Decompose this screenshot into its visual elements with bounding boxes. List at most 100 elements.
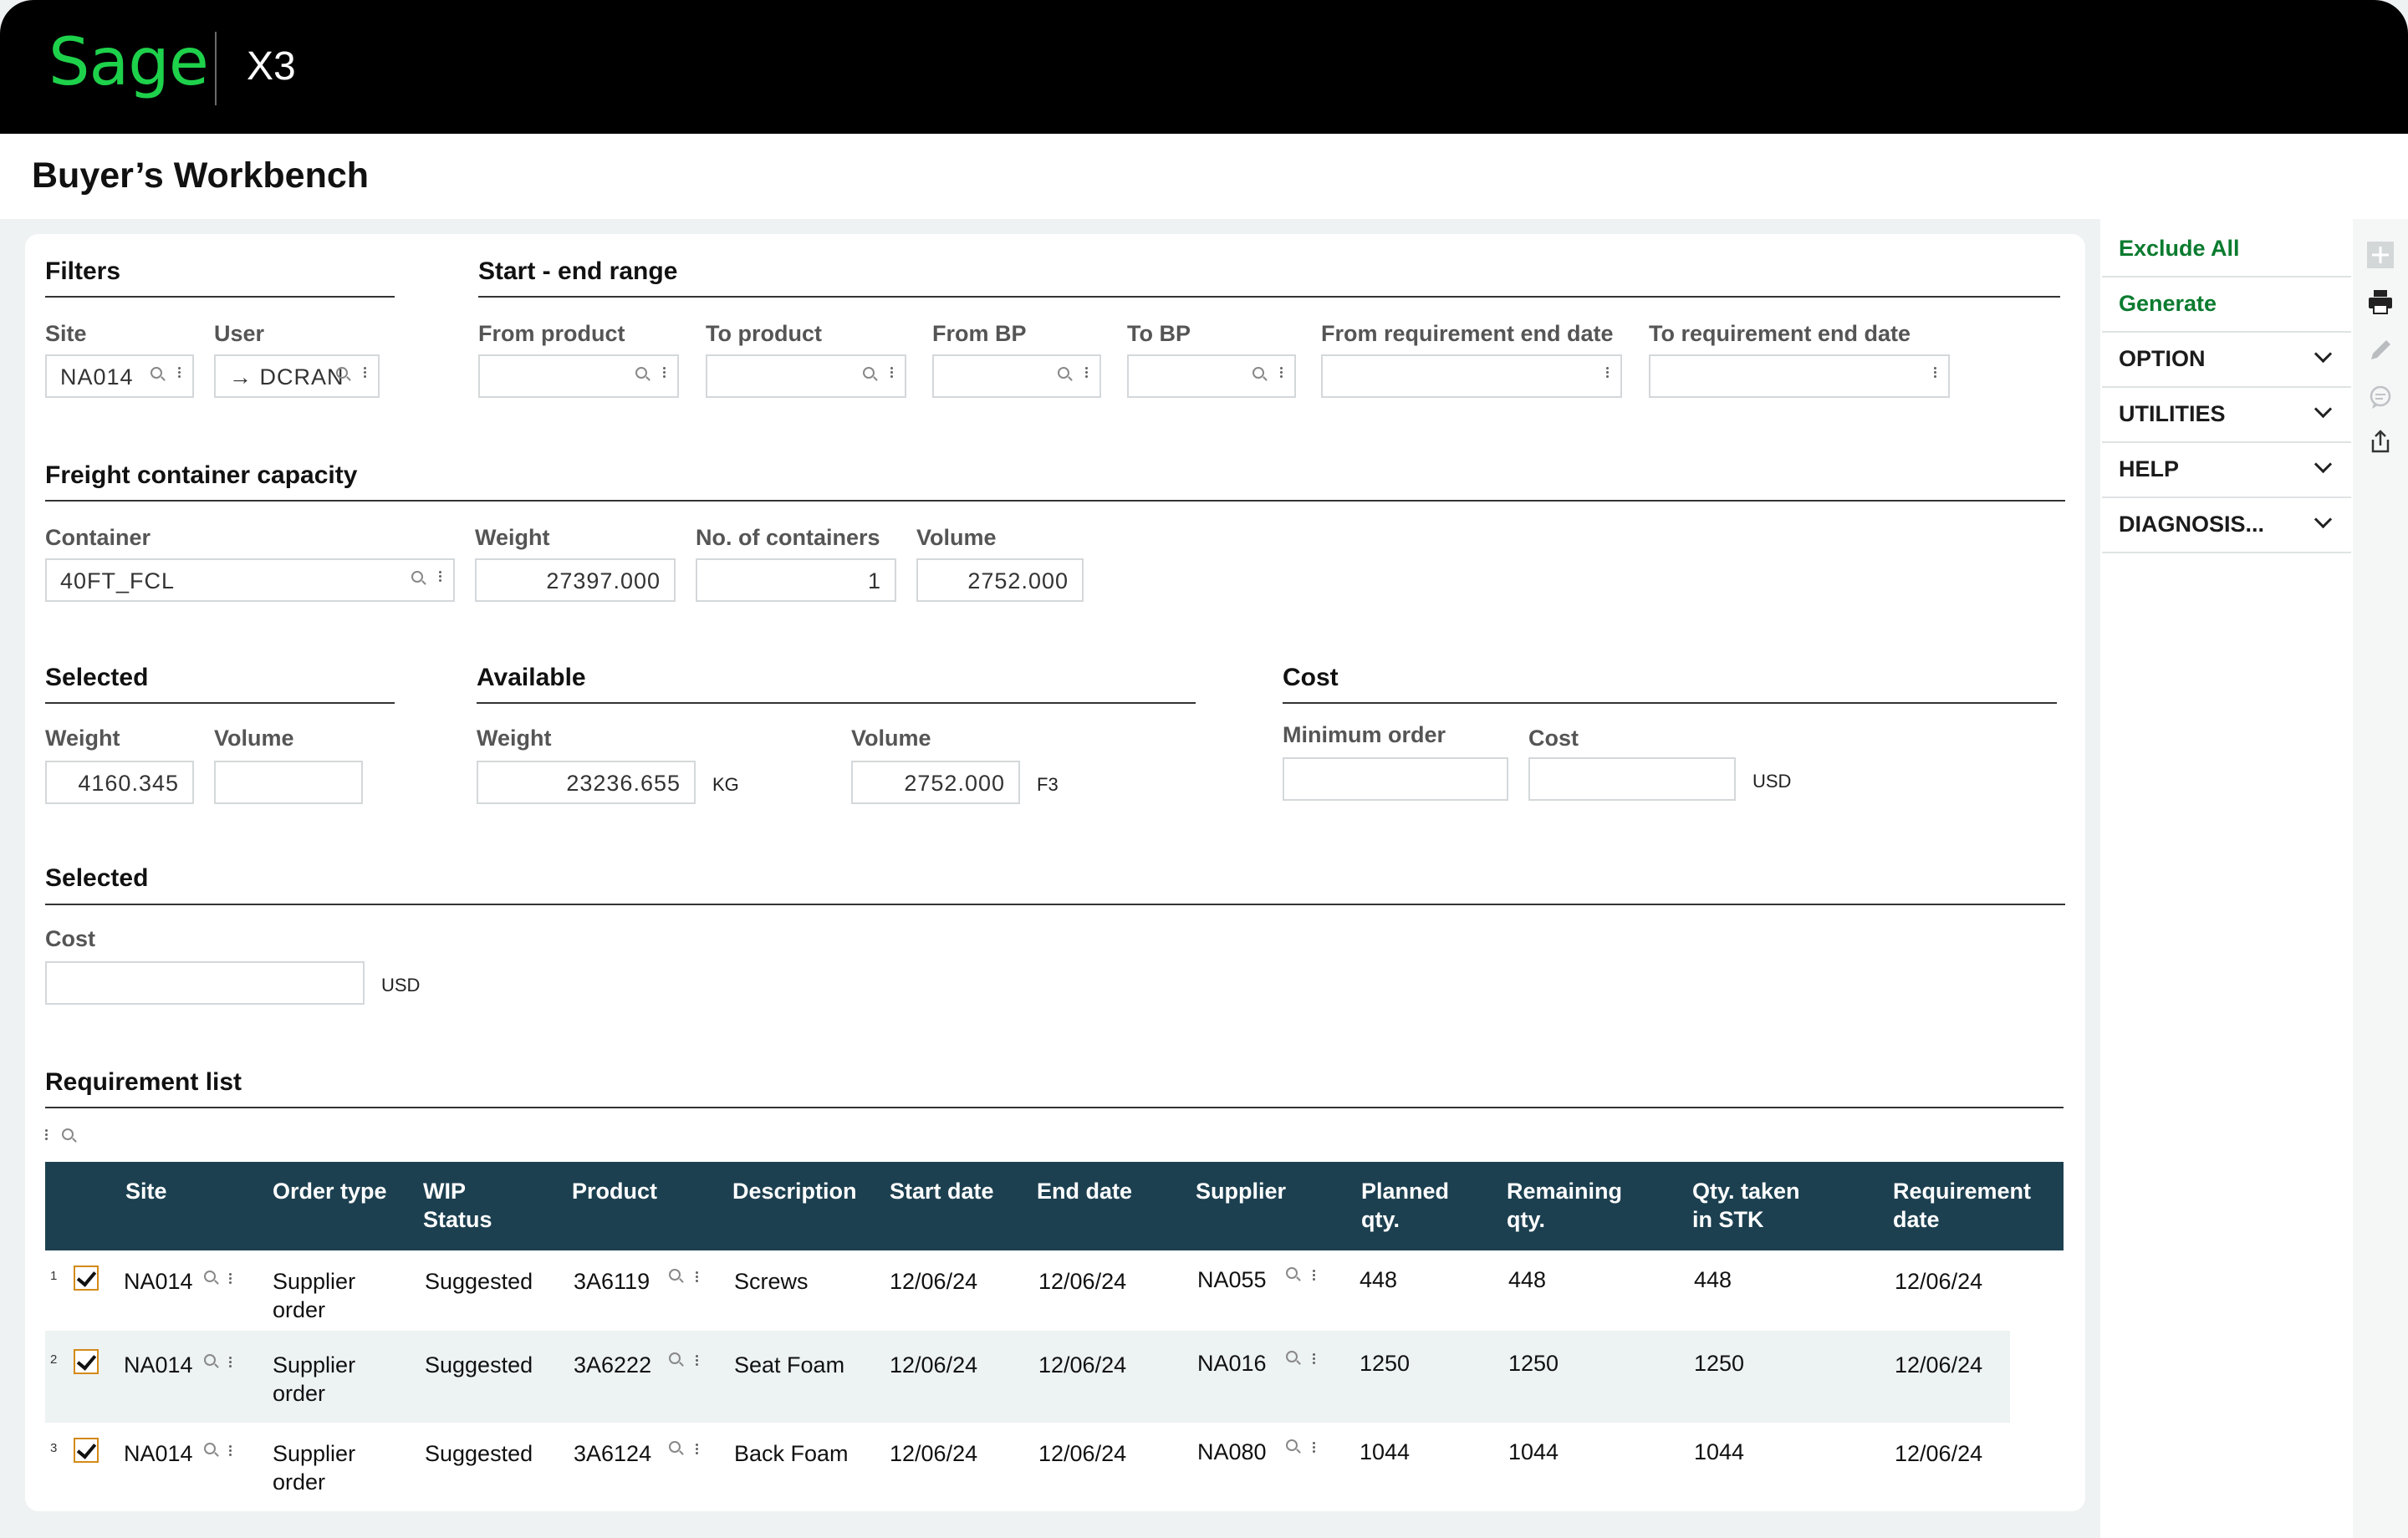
selected-cost-field[interactable] <box>45 961 365 1005</box>
row-checkbox[interactable] <box>74 1438 99 1463</box>
col-qty-taken[interactable]: Qty. taken in STK <box>1692 1177 1800 1234</box>
share-icon[interactable] <box>2366 428 2395 456</box>
search-icon[interactable] <box>669 1441 681 1457</box>
more-options-icon[interactable] <box>229 1272 232 1289</box>
col-planned-qty[interactable]: Planned qty. <box>1361 1177 1449 1234</box>
freight-volume-value: 2752.000 <box>967 568 1069 593</box>
from-req-end-field[interactable] <box>1321 354 1622 398</box>
min-order-field[interactable] <box>1283 757 1508 801</box>
cost-field[interactable] <box>1528 757 1736 801</box>
range-rule <box>478 296 2060 298</box>
cell-order-line2: order <box>273 1297 326 1322</box>
search-icon[interactable] <box>204 1443 216 1459</box>
freight-rule <box>45 500 2065 502</box>
help-menu[interactable]: HELP <box>2102 443 2351 498</box>
from-bp-field[interactable] <box>932 354 1101 398</box>
more-options-icon[interactable] <box>663 364 666 384</box>
col-requirement-date[interactable]: Requirement date <box>1893 1177 2031 1234</box>
search-icon[interactable] <box>411 568 423 588</box>
available-volume-label: Volume <box>851 726 931 751</box>
more-options-icon[interactable] <box>696 1443 698 1459</box>
more-options-icon[interactable] <box>229 1444 232 1461</box>
cell-order-type: Supplier order <box>273 1439 355 1496</box>
more-options-icon[interactable] <box>890 364 893 384</box>
edit-icon[interactable] <box>2366 336 2395 364</box>
to-bp-field[interactable] <box>1127 354 1296 398</box>
cell-wip-status: Suggested <box>425 1269 533 1294</box>
search-icon[interactable] <box>150 364 162 384</box>
search-icon[interactable] <box>669 1352 681 1368</box>
containers-field[interactable]: 1 <box>696 558 896 602</box>
site-field[interactable]: NA014 <box>45 354 194 398</box>
more-options-icon[interactable] <box>1934 364 1936 384</box>
range-title: Start - end range <box>478 257 678 285</box>
selected-weight-field[interactable]: 4160.345 <box>45 761 194 804</box>
utilities-menu[interactable]: UTILITIES <box>2102 388 2351 443</box>
more-options-icon[interactable] <box>178 364 181 384</box>
col-end-date[interactable]: End date <box>1037 1177 1132 1205</box>
col-remaining-qty[interactable]: Remaining qty. <box>1507 1177 1622 1234</box>
search-icon[interactable] <box>669 1269 681 1285</box>
freight-weight-field[interactable]: 27397.000 <box>475 558 676 602</box>
container-field[interactable]: 40FT_FCL <box>45 558 455 602</box>
generate-label: Generate <box>2119 291 2217 316</box>
available-weight-field[interactable]: 23236.655 <box>477 761 696 804</box>
grid-search-icon[interactable] <box>62 1128 74 1144</box>
col-supplier[interactable]: Supplier <box>1196 1177 1286 1205</box>
cell-qty-taken: 448 <box>1694 1267 1732 1292</box>
add-icon[interactable] <box>2366 241 2395 269</box>
search-icon[interactable] <box>1286 1267 1298 1283</box>
row-checkbox[interactable] <box>74 1266 99 1291</box>
available-weight-unit: KG <box>712 774 739 795</box>
search-icon[interactable] <box>1058 364 1069 384</box>
cell-order-line1: Supplier <box>273 1352 356 1378</box>
search-icon[interactable] <box>1286 1439 1298 1455</box>
selected-volume-field[interactable] <box>214 761 363 804</box>
more-options-icon[interactable] <box>439 568 441 588</box>
more-options-icon[interactable] <box>1280 364 1283 384</box>
search-icon[interactable] <box>204 1271 216 1286</box>
col-start-date[interactable]: Start date <box>890 1177 994 1205</box>
more-options-icon[interactable] <box>696 1354 698 1371</box>
more-options-icon[interactable] <box>1606 364 1609 384</box>
comment-icon[interactable] <box>2366 383 2395 411</box>
col-product[interactable]: Product <box>572 1177 657 1205</box>
available-volume-field[interactable]: 2752.000 <box>851 761 1020 804</box>
col-reqdate-line2: date <box>1893 1207 1940 1232</box>
to-req-end-field[interactable] <box>1649 354 1950 398</box>
top-bar <box>0 0 2408 134</box>
search-icon[interactable] <box>1252 364 1264 384</box>
to-product-field[interactable] <box>706 354 906 398</box>
more-options-icon[interactable] <box>1313 1352 1315 1369</box>
user-field[interactable]: → DCRAN <box>214 354 380 398</box>
option-menu[interactable]: OPTION <box>2102 333 2351 388</box>
diagnosis-menu[interactable]: DIAGNOSIS... <box>2102 498 2351 553</box>
more-options-icon[interactable] <box>696 1271 698 1287</box>
more-options-icon[interactable] <box>1085 364 1088 384</box>
to-product-label: To product <box>706 321 822 346</box>
more-options-icon[interactable] <box>364 364 366 384</box>
search-icon[interactable] <box>336 364 348 384</box>
search-icon[interactable] <box>863 364 875 384</box>
more-options-icon[interactable] <box>229 1356 232 1372</box>
col-site[interactable]: Site <box>125 1177 167 1205</box>
search-icon[interactable] <box>204 1354 216 1370</box>
col-order-type[interactable]: Order type <box>273 1177 387 1205</box>
grid-options-icon[interactable] <box>45 1128 48 1145</box>
cell-remaining-qty: 1250 <box>1508 1351 1559 1376</box>
more-options-icon[interactable] <box>1313 1269 1315 1286</box>
more-options-icon[interactable] <box>1313 1441 1315 1458</box>
site-label: Site <box>45 321 87 346</box>
exclude-all-button[interactable]: Exclude All <box>2102 222 2351 278</box>
search-icon[interactable] <box>1286 1351 1298 1367</box>
print-icon[interactable] <box>2366 288 2395 316</box>
cell-order-line1: Supplier <box>273 1269 356 1294</box>
generate-button[interactable]: Generate <box>2102 278 2351 333</box>
freight-volume-field[interactable]: 2752.000 <box>916 558 1084 602</box>
row-checkbox[interactable] <box>74 1349 99 1374</box>
search-icon[interactable] <box>635 364 647 384</box>
from-product-field[interactable] <box>478 354 679 398</box>
cost-label: Cost <box>1528 726 1579 751</box>
col-wip-status[interactable]: WIP Status <box>423 1177 492 1234</box>
col-description[interactable]: Description <box>732 1177 857 1205</box>
